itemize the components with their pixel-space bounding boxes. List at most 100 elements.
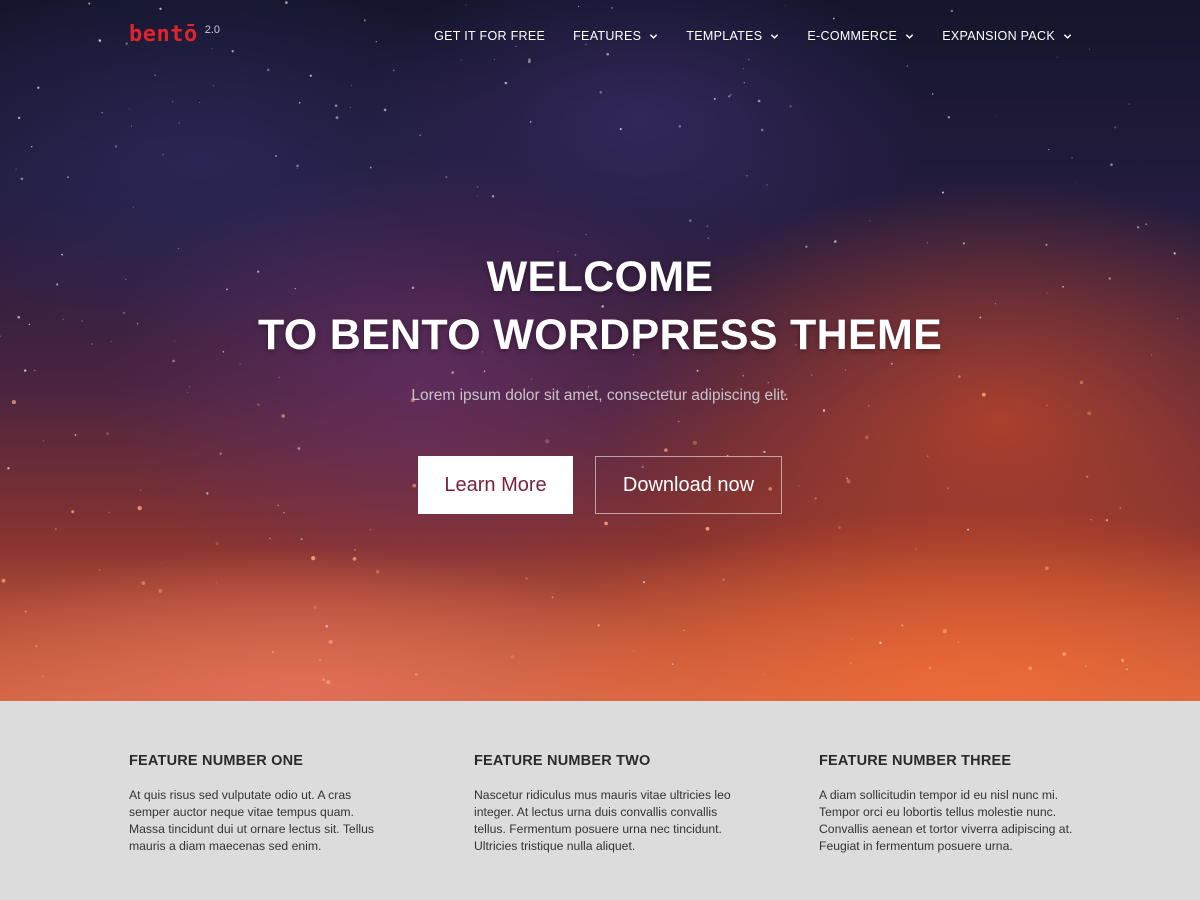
star-dot — [465, 4, 467, 6]
star-dot — [335, 116, 339, 119]
star-dot — [128, 108, 130, 110]
star-dot — [483, 370, 486, 372]
star-dot — [101, 111, 103, 114]
star-dot — [528, 58, 531, 61]
star-dot — [54, 528, 57, 530]
star-dot — [108, 511, 110, 514]
star-dot — [211, 48, 213, 50]
feature-column-two: FEATURE NUMBER TWO Nascetur ridiculus mu… — [474, 751, 734, 855]
star-dot — [743, 68, 744, 70]
star-dot — [1086, 475, 1089, 478]
star-dot — [767, 381, 770, 384]
star-dot — [599, 91, 602, 94]
star-dot — [17, 116, 21, 120]
star-dot — [491, 195, 495, 198]
star-dot — [705, 526, 710, 531]
hero-headline: WELCOME TO BENTO WORDPRESS THEME — [0, 248, 1200, 364]
star-dot — [88, 2, 91, 5]
star-dot — [131, 125, 132, 127]
star-dot — [743, 81, 746, 84]
chevron-down-icon — [771, 33, 779, 39]
star-dot — [392, 69, 395, 72]
star-dot — [606, 52, 609, 56]
star-dot — [611, 7, 613, 9]
star-dot — [757, 99, 761, 103]
star-dot — [766, 184, 768, 186]
star-dot — [962, 242, 965, 245]
star-dot — [869, 220, 871, 222]
star-dot — [707, 237, 710, 240]
star-dot — [678, 125, 682, 128]
star-dot — [300, 538, 303, 541]
site-logo[interactable]: bentō 2.0 — [129, 22, 220, 48]
star-dot — [941, 191, 945, 194]
star-dot — [296, 164, 299, 168]
nav-item-e-commerce[interactable]: E-COMMERCE — [807, 28, 914, 44]
star-dot — [125, 42, 128, 45]
star-dot — [219, 452, 222, 455]
star-dot — [798, 485, 800, 487]
nav-item-features[interactable]: FEATURES — [573, 28, 658, 44]
star-dot — [947, 116, 951, 119]
star-dot — [696, 369, 699, 372]
learn-more-button[interactable]: Learn More — [418, 456, 573, 514]
star-dot — [178, 122, 180, 124]
nav-item-label: FEATURES — [573, 29, 642, 43]
star-dot — [74, 434, 77, 436]
features-section: FEATURE NUMBER ONE At quis risus sed vul… — [0, 701, 1200, 900]
feature-text: At quis risus sed vulputate odio ut. A c… — [129, 788, 374, 853]
hero-headline-line-1: WELCOME — [486, 253, 714, 301]
logo-wordmark: bentō — [129, 22, 198, 47]
star-dot — [199, 101, 201, 103]
star-dot — [460, 59, 462, 61]
star-dot — [278, 376, 280, 379]
star-dot — [760, 128, 764, 132]
chevron-down-icon — [1063, 33, 1072, 39]
star-dot — [140, 489, 142, 491]
star-dot — [206, 492, 209, 495]
star-dot — [811, 374, 813, 376]
nav-item-expansion-pack[interactable]: EXPANSION PACK — [942, 28, 1072, 44]
star-dot — [947, 487, 950, 490]
star-dot — [297, 167, 298, 169]
nav-item-label: TEMPLATES — [686, 29, 763, 43]
star-dot — [154, 74, 156, 76]
star-dot — [476, 185, 479, 188]
feature-title: FEATURE NUMBER TWO — [474, 753, 651, 769]
star-dot — [363, 19, 366, 22]
star-dot — [1088, 48, 1091, 50]
star-dot — [906, 65, 909, 67]
feature-title: FEATURE NUMBER THREE — [819, 753, 1012, 769]
star-dot — [451, 371, 454, 374]
nav-item-label: E-COMMERCE — [807, 29, 898, 43]
star-dot — [619, 127, 622, 131]
star-dot — [1119, 507, 1122, 509]
star-dot — [814, 497, 817, 500]
feature-text: A diam sollicitudin tempor id eu nisl nu… — [819, 788, 1073, 853]
nav-item-get-it-for-free[interactable]: GET IT FOR FREE — [434, 28, 545, 44]
star-dot — [334, 104, 338, 107]
star-dot — [212, 85, 214, 87]
star-dot — [692, 440, 697, 445]
star-dot — [996, 115, 998, 117]
download-now-button[interactable]: Download now — [595, 456, 782, 514]
nav-item-templates[interactable]: TEMPLATES — [686, 28, 779, 44]
star-dot — [728, 95, 731, 98]
star-dot — [132, 206, 134, 208]
star-dot — [283, 512, 285, 514]
star-dot — [7, 467, 10, 470]
star-dot — [784, 4, 786, 6]
star-dot — [476, 195, 478, 197]
star-dot — [927, 455, 929, 457]
star-dot — [864, 435, 869, 440]
star-dot — [1087, 411, 1092, 416]
star-dot — [369, 528, 372, 531]
star-dot — [281, 414, 285, 418]
star-dot — [822, 409, 826, 412]
star-dot — [748, 58, 750, 61]
star-dot — [1105, 518, 1109, 522]
feature-column-three: FEATURE NUMBER THREE A diam sollicitudin… — [819, 751, 1079, 855]
star-dot — [159, 7, 162, 10]
star-dot — [958, 375, 961, 378]
star-dot — [604, 521, 608, 526]
